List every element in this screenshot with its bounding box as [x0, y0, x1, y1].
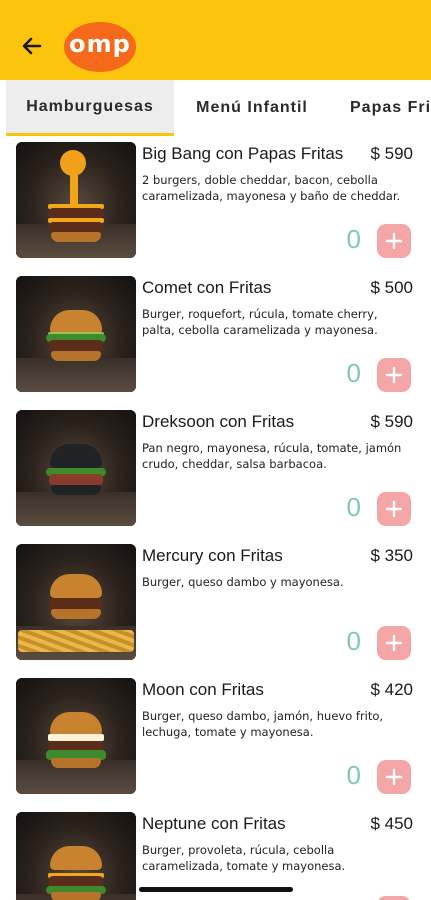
plus-icon — [385, 768, 403, 786]
product-item[interactable]: Moon con Fritas $ 420 Burger, queso damb… — [0, 676, 431, 810]
plus-icon — [385, 232, 403, 250]
product-price: $ 590 — [370, 144, 413, 163]
plus-icon — [385, 634, 403, 652]
product-item[interactable]: Dreksoon con Fritas $ 590 Pan negro, may… — [0, 408, 431, 542]
product-price: $ 590 — [370, 412, 413, 431]
top-bar: omp — [0, 0, 431, 80]
product-image — [16, 142, 136, 258]
product-image — [16, 812, 136, 900]
home-indicator — [139, 887, 293, 892]
add-button[interactable] — [377, 896, 411, 900]
plus-icon — [385, 366, 403, 384]
product-price: $ 420 — [370, 680, 413, 699]
product-name: Comet con Fritas — [142, 278, 272, 297]
product-image — [16, 544, 136, 660]
product-description: Burger, provoleta, rúcula, cebolla caram… — [142, 843, 346, 873]
product-item[interactable]: Mercury con Fritas $ 350 Burger, queso d… — [0, 542, 431, 676]
product-description: Burger, queso dambo y mayonesa. — [142, 575, 344, 589]
product-image — [16, 410, 136, 526]
product-description: Burger, queso dambo, jamón, huevo frito,… — [142, 709, 384, 739]
category-tabs: Hamburguesas Menú Infantil Papas Fri — [0, 80, 431, 136]
product-price: $ 350 — [370, 546, 413, 565]
add-button[interactable] — [377, 224, 411, 258]
tab-papas-fritas[interactable]: Papas Fri — [330, 80, 431, 136]
product-price: $ 450 — [370, 814, 413, 833]
product-image — [16, 678, 136, 794]
quantity-value: 0 — [346, 626, 361, 656]
plus-icon — [385, 500, 403, 518]
tab-menu-infantil[interactable]: Menú Infantil — [174, 80, 330, 136]
product-name: Moon con Fritas — [142, 680, 264, 699]
product-name: Dreksoon con Fritas — [142, 412, 295, 431]
product-price: $ 500 — [370, 278, 413, 297]
tab-hamburguesas[interactable]: Hamburguesas — [6, 80, 174, 136]
add-button[interactable] — [377, 760, 411, 794]
product-list[interactable]: Big Bang con Papas Fritas $ 590 2 burger… — [0, 140, 431, 900]
product-image — [16, 276, 136, 392]
product-name: Mercury con Fritas — [142, 546, 283, 565]
quantity-value: 0 — [346, 224, 361, 254]
quantity-value: 0 — [346, 492, 361, 522]
add-button[interactable] — [377, 492, 411, 526]
product-description: Burger, roquefort, rúcula, tomate cherry… — [142, 307, 378, 337]
product-name: Neptune con Fritas — [142, 814, 286, 833]
add-button[interactable] — [377, 626, 411, 660]
logo-text: omp — [69, 30, 131, 58]
product-item[interactable]: Big Bang con Papas Fritas $ 590 2 burger… — [0, 140, 431, 274]
quantity-value: 0 — [346, 760, 361, 790]
product-description: Pan negro, mayonesa, rúcula, tomate, jam… — [142, 441, 402, 471]
add-button[interactable] — [377, 358, 411, 392]
product-description: 2 burgers, doble cheddar, bacon, cebolla… — [142, 173, 401, 203]
product-name: Big Bang con Papas Fritas — [142, 144, 344, 163]
back-button[interactable] — [16, 30, 48, 62]
app-screen: omp Hamburguesas Menú Infantil Papas Fri… — [0, 0, 431, 900]
quantity-value: 0 — [346, 358, 361, 388]
product-item[interactable]: Comet con Fritas $ 500 Burger, roquefort… — [0, 274, 431, 408]
arrow-left-icon — [22, 37, 42, 55]
brand-logo: omp — [64, 22, 140, 72]
